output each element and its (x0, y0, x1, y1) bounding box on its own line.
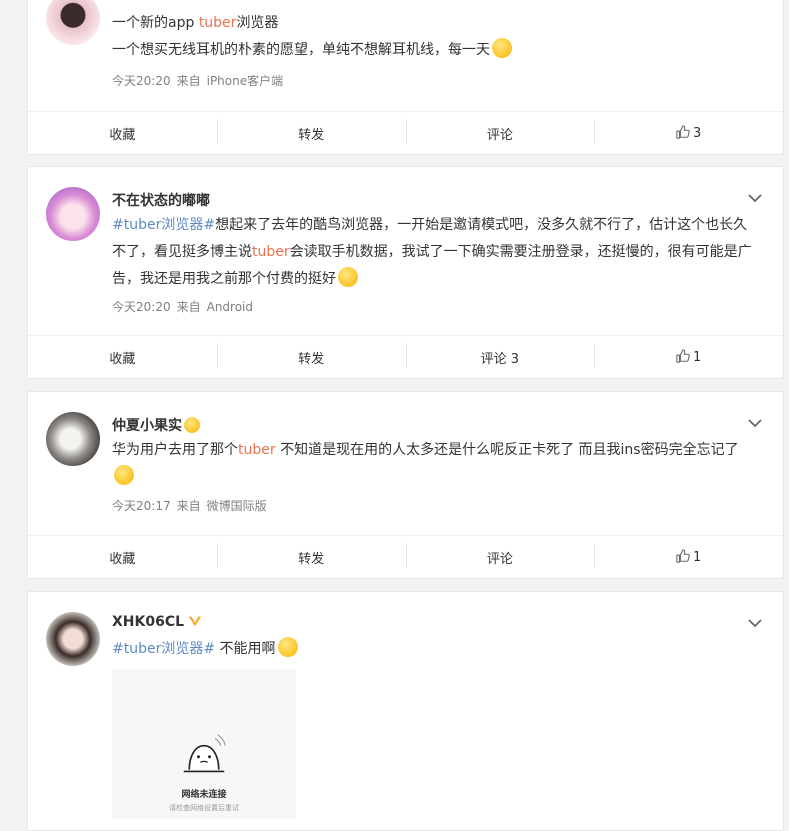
comment-button[interactable]: 评论 (405, 542, 595, 567)
user-name[interactable]: 仲夏小果实 (112, 415, 200, 435)
yummy-emoji-icon (338, 267, 358, 287)
confused-emoji-icon (114, 465, 134, 485)
thumbs-up-icon (676, 125, 690, 139)
thumbs-up-icon (676, 349, 690, 363)
post-meta: 今天20:17 来自 微博国际版 (112, 499, 267, 513)
like-count: 3 (692, 126, 702, 141)
post-meta: 今天20:20 来自 Android (112, 300, 254, 314)
post-text: 华为用户去用了那个tuber 不知道是现在用的人太多还是什么呢反正卡死了 而且我… (112, 437, 752, 491)
post-source[interactable]: Android (207, 300, 253, 314)
post-source[interactable]: iPhone客户端 (207, 74, 284, 88)
heart-eyes-emoji-icon (184, 417, 200, 433)
post-time[interactable]: 今天20:20 (112, 74, 171, 88)
favorite-button[interactable]: 收藏 (28, 124, 217, 143)
avatar[interactable] (46, 612, 100, 666)
crying-laughing-emoji-icon (277, 637, 298, 657)
post-card: 一个新的app tuber浏览器 一个想买无线耳机的朴素的愿望，单纯不想解耳机线… (27, 0, 784, 155)
avatar[interactable] (46, 0, 100, 45)
post-time[interactable]: 今天20:17 (112, 499, 171, 513)
user-name[interactable]: XHK06CL (112, 614, 202, 630)
post-meta: 今天20:20 来自 iPhone客户端 (112, 74, 284, 88)
favorite-button[interactable]: 收藏 (28, 348, 217, 367)
offline-mascot-icon (183, 734, 226, 773)
chevron-down-icon[interactable] (747, 615, 763, 631)
like-button[interactable]: 1 (594, 344, 783, 368)
topic-link[interactable]: #tuber浏览器# (112, 217, 215, 233)
thumbs-up-icon (676, 549, 690, 563)
repost-button[interactable]: 转发 (216, 118, 406, 143)
topic-link[interactable]: #tuber浏览器# (112, 641, 215, 657)
favorite-button[interactable]: 收藏 (28, 548, 217, 567)
eye-roll-emoji-icon (492, 38, 512, 58)
chevron-down-icon[interactable] (747, 190, 763, 206)
post-text: 一个想买无线耳机的朴素的愿望，单纯不想解耳机线，每一天 (112, 37, 752, 64)
post-image[interactable]: 网络未连接 请检查网络设置后重试 (112, 669, 296, 819)
image-caption: 网络未连接 (181, 790, 227, 800)
post-text: 一个新的app tuber浏览器 (112, 15, 279, 31)
post-card: XHK06CL #tuber浏览器# 不能用啊 网络未连接 请检查网络设置后重试 (27, 591, 784, 831)
action-bar: 收藏 转发 评论 3 1 (28, 335, 783, 378)
like-button[interactable]: 3 (594, 120, 783, 144)
post-text: #tuber浏览器#想起来了去年的酷鸟浏览器，一开始是邀请模式吧，没多久就不行了… (112, 217, 752, 287)
comment-button[interactable]: 评论 (405, 118, 595, 143)
post-time[interactable]: 今天20:20 (112, 300, 171, 314)
like-button[interactable]: 1 (594, 544, 783, 568)
user-name[interactable]: 不在状态的嘟嘟 (112, 190, 210, 210)
chevron-down-icon[interactable] (747, 415, 763, 431)
avatar[interactable] (46, 412, 100, 466)
verified-badge-icon (188, 616, 202, 627)
avatar[interactable] (46, 187, 100, 241)
post-card: 不在状态的嘟嘟 #tuber浏览器#想起来了去年的酷鸟浏览器，一开始是邀请模式吧… (27, 166, 784, 379)
repost-button[interactable]: 转发 (216, 542, 406, 567)
comment-button[interactable]: 评论 3 (405, 342, 595, 367)
action-bar: 收藏 转发 评论 1 (28, 535, 783, 578)
post-text: #tuber浏览器# 不能用啊 (112, 636, 752, 663)
repost-button[interactable]: 转发 (216, 342, 406, 367)
post-source[interactable]: 微博国际版 (207, 499, 267, 513)
like-count: 1 (692, 350, 702, 365)
action-bar: 收藏 转发 评论 3 (28, 111, 783, 154)
post-card: 仲夏小果实 华为用户去用了那个tuber 不知道是现在用的人太多还是什么呢反正卡… (27, 391, 784, 579)
like-count: 1 (692, 550, 702, 565)
